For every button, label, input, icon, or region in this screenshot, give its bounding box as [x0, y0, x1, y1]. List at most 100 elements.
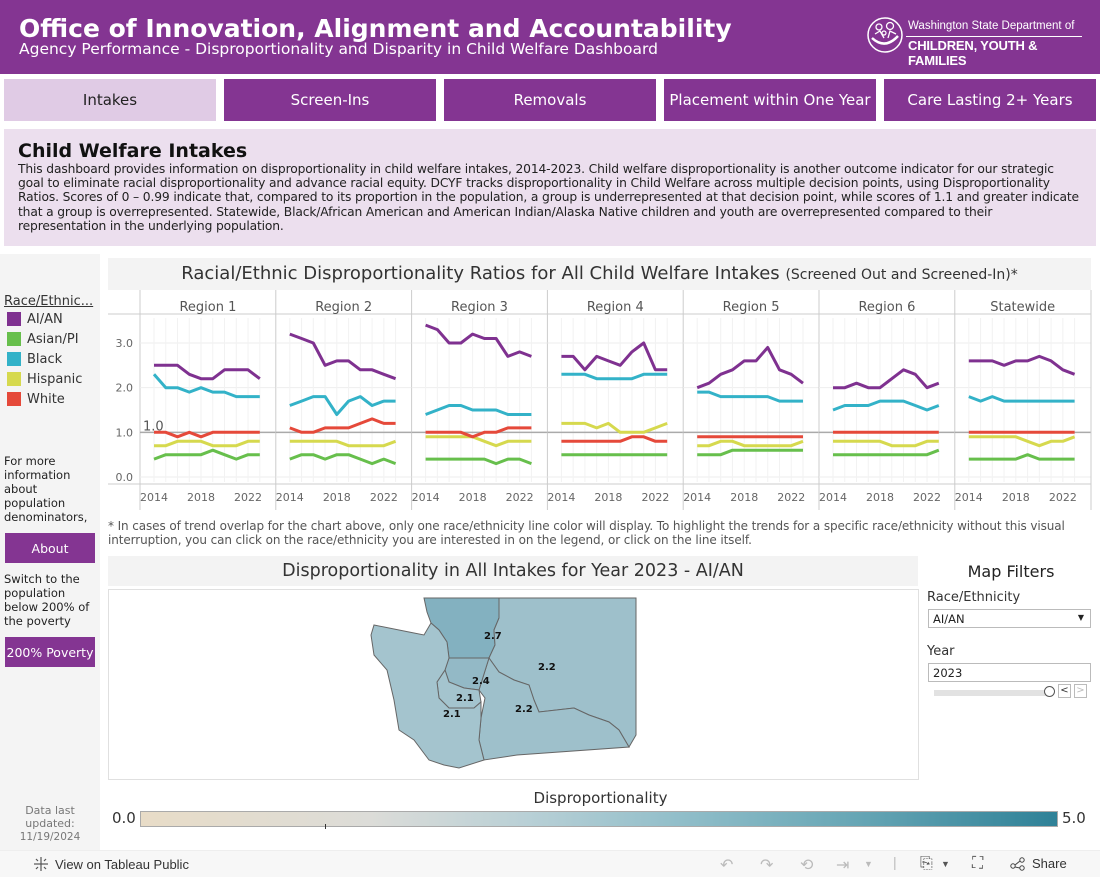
tab-placement-within-one-year[interactable]: Placement within One Year	[664, 79, 876, 121]
series-line-white-region-2[interactable]	[289, 417, 396, 434]
map-label-region-1: 2.2	[538, 662, 556, 673]
color-legend-max: 5.0	[1062, 809, 1086, 827]
series-line-black-region-5[interactable]	[697, 390, 803, 403]
x-tick-label: 2022	[506, 491, 534, 504]
refresh-dropdown-icon[interactable]: ▼	[864, 859, 873, 869]
x-tick-label: 2018	[730, 491, 758, 504]
logo-divider	[906, 36, 1082, 37]
tab-care-lasting-2-years[interactable]: Care Lasting 2+ Years	[884, 79, 1096, 121]
series-line-hispanic-region-3[interactable]	[425, 435, 532, 448]
poverty-200-button[interactable]: 200% Poverty	[5, 637, 95, 667]
poverty-note: Switch to the population below 200% of t…	[4, 572, 90, 628]
series-line-asian-pi-region-2[interactable]	[289, 453, 397, 466]
panel-title: Region 1	[179, 300, 236, 315]
series-line-white-region-1[interactable]	[154, 430, 260, 439]
year-input[interactable]: 2023	[928, 663, 1091, 682]
fullscreen-icon[interactable]: ⛶	[972, 855, 983, 873]
series-line-ai-an-region-3[interactable]	[425, 323, 532, 358]
year-slider-handle[interactable]	[1044, 686, 1055, 697]
washington-map: 2.7 2.2 2.4 2.1 2.2 2.1	[370, 597, 637, 769]
download-dropdown-icon[interactable]: ▼	[941, 859, 950, 869]
series-line-black-region-2[interactable]	[289, 395, 396, 416]
tab-screen-ins[interactable]: Screen-Ins	[224, 79, 436, 121]
series-line-hispanic-region-2[interactable]	[289, 439, 397, 448]
x-tick-label: 2014	[683, 491, 711, 504]
race-selected-value: AI/AN	[933, 612, 965, 626]
map-title: Disproportionality in All Intakes for Ye…	[108, 556, 918, 586]
series-line-ai-an-region-1[interactable]	[154, 363, 261, 381]
family-logo-icon	[867, 17, 903, 53]
x-tick-label: 2018	[594, 491, 622, 504]
series-line-black-region-3[interactable]	[425, 404, 532, 416]
x-tick-label: 2018	[459, 491, 487, 504]
series-line-white-region-4[interactable]	[561, 435, 668, 443]
series-line-ai-an-statewide[interactable]	[968, 354, 1076, 376]
series-line-hispanic-region-6[interactable]	[833, 439, 939, 448]
series-line-ai-an-region-2[interactable]	[289, 332, 397, 381]
chart-title-main: Racial/Ethnic Disproportionality Ratios …	[181, 263, 780, 284]
refresh-icon[interactable]: ⇥	[836, 855, 849, 875]
view-on-tableau-link[interactable]: View on Tableau Public	[33, 856, 189, 872]
year-next-button[interactable]: >	[1074, 684, 1087, 698]
logo-text-line2: CHILDREN, YOUTH & FAMILIES	[908, 38, 1038, 68]
data-updated-date: 11/19/2024	[19, 831, 81, 843]
x-tick-label: 2014	[819, 491, 847, 504]
reference-line-label: 1.0	[143, 419, 164, 434]
x-tick-label: 2022	[641, 491, 669, 504]
x-tick-label: 2022	[777, 491, 805, 504]
series-line-asian-pi-region-1[interactable]	[153, 448, 260, 461]
chart-title: Racial/Ethnic Disproportionality Ratios …	[108, 258, 1091, 290]
color-legend-title: Disproportionality	[533, 789, 668, 807]
series-line-black-region-4[interactable]	[561, 372, 668, 381]
series-line-black-statewide[interactable]	[968, 395, 1075, 403]
series-line-ai-an-region-6[interactable]	[833, 368, 940, 390]
intro-panel: Child Welfare Intakes This dashboard pro…	[4, 129, 1096, 246]
dashboard-header: Office of Innovation, Alignment and Acco…	[0, 0, 1100, 74]
series-line-hispanic-region-1[interactable]	[154, 439, 260, 448]
series-line-hispanic-region-5[interactable]	[697, 439, 804, 448]
year-value: 2023	[933, 666, 963, 680]
panel-title: Statewide	[990, 300, 1055, 315]
tab-intakes[interactable]: Intakes	[4, 79, 216, 121]
race-ethnicity-dropdown[interactable]: AI/AN ▼	[928, 609, 1091, 628]
x-tick-label: 2018	[323, 491, 351, 504]
download-icon[interactable]: ⎘	[920, 855, 933, 873]
series-line-ai-an-region-4[interactable]	[561, 341, 668, 372]
region-map: 2.7 2.2 2.4 2.1 2.2 2.1	[108, 589, 919, 780]
page-title: Office of Innovation, Alignment and Acco…	[19, 14, 732, 43]
map-label-region-3: 2.2	[515, 704, 533, 715]
series-line-asian-pi-region-3[interactable]	[425, 457, 532, 466]
disproportionality-line-chart: 0.0 1.0 2.0 3.0 Region 1 2014 2018 2022 Region 2…	[108, 290, 1092, 510]
year-slider-track[interactable]	[934, 690, 1052, 696]
panel-title: Region 5	[723, 300, 780, 315]
nav-tabs: Intakes Screen-Ins Removals Placement wi…	[0, 79, 1100, 121]
series-line-asian-pi-region-5[interactable]	[697, 448, 803, 457]
series-line-black-region-6[interactable]	[832, 399, 940, 412]
logo-text-line1: Washington State Department of	[908, 20, 1075, 32]
x-tick-label: 2014	[140, 491, 168, 504]
x-tick-label: 2014	[412, 491, 440, 504]
color-legend-bar	[140, 811, 1058, 827]
tab-removals[interactable]: Removals	[444, 79, 656, 121]
y-tick-label: 1.0	[116, 426, 134, 439]
redo-icon[interactable]: ↷	[760, 855, 773, 875]
share-button[interactable]: Share	[1010, 856, 1067, 871]
revert-icon[interactable]: ⟲	[800, 855, 813, 875]
y-tick-label: 0.0	[116, 471, 134, 484]
y-tick-label: 2.0	[116, 382, 134, 395]
x-tick-label: 2022	[913, 491, 941, 504]
series-line-asian-pi-region-6[interactable]	[833, 448, 940, 457]
x-tick-label: 2018	[187, 491, 215, 504]
series-line-ai-an-region-5[interactable]	[696, 346, 804, 390]
view-on-tableau-label: View on Tableau Public	[55, 856, 189, 872]
dcyf-logo: Washington State Department of CHILDREN,…	[866, 14, 1086, 68]
x-tick-label: 2014	[955, 491, 983, 504]
series-line-hispanic-statewide[interactable]	[968, 435, 1076, 448]
toolbar-divider: |	[893, 854, 897, 870]
series-line-hispanic-region-4[interactable]	[561, 421, 668, 434]
year-prev-button[interactable]: <	[1058, 684, 1071, 698]
undo-icon[interactable]: ↶	[720, 855, 733, 875]
year-filter-label: Year	[927, 644, 955, 659]
series-line-asian-pi-statewide[interactable]	[968, 453, 1075, 461]
about-button[interactable]: About	[5, 533, 95, 563]
